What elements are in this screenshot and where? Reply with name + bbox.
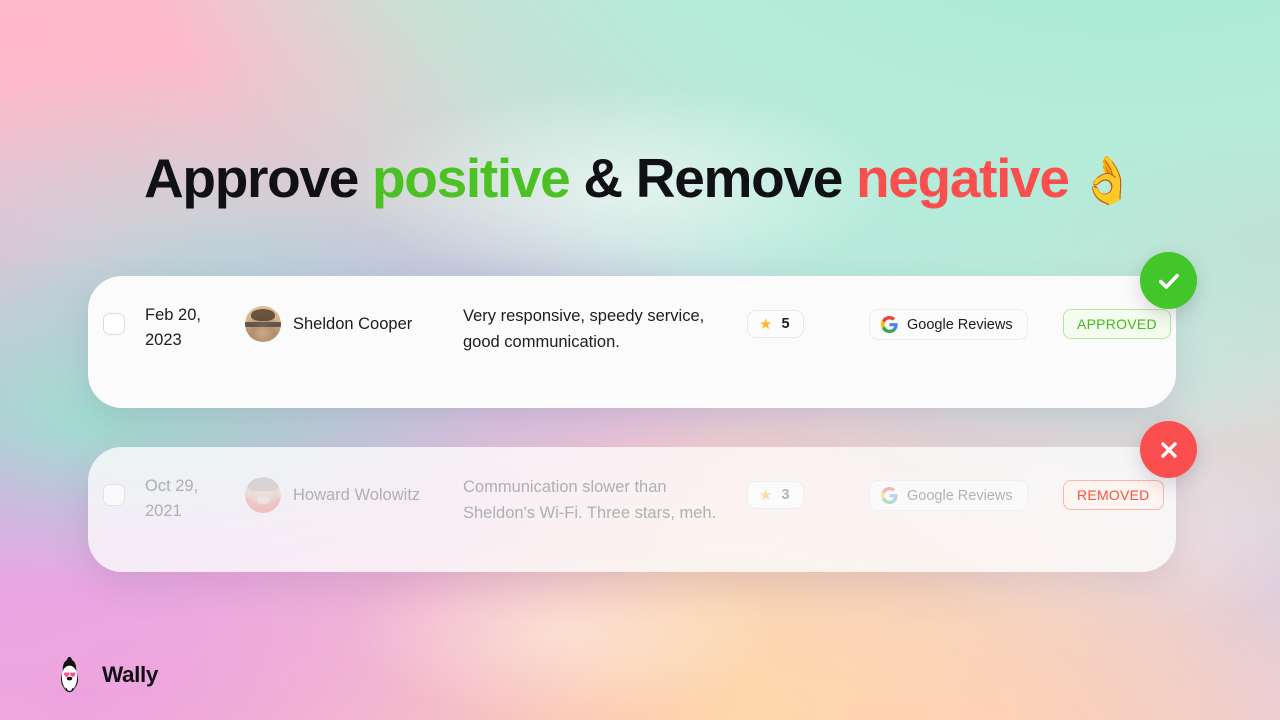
review-card-approved[interactable]: Feb 20, 2023 Sheldon Cooper Very respons…: [88, 276, 1176, 408]
table-row: Feb 20, 2023 Sheldon Cooper Very respons…: [88, 276, 1176, 408]
review-author-name: Howard Wolowitz: [293, 485, 421, 504]
review-author-name: Sheldon Cooper: [293, 314, 413, 333]
avatar: [245, 477, 281, 513]
review-date: Feb 20, 2023: [145, 306, 201, 349]
review-author-cell: Sheldon Cooper: [245, 306, 412, 342]
headline-positive-word: positive: [371, 147, 571, 209]
review-text-cell: Very responsive, speedy service, good co…: [463, 303, 725, 355]
penguin-logo-icon: [60, 656, 79, 693]
review-status-cell: REMOVED: [1063, 480, 1164, 510]
source-label: Google Reviews: [907, 487, 1013, 504]
review-status-cell: APPROVED: [1063, 309, 1171, 339]
review-date-cell: Feb 20, 2023: [145, 303, 237, 353]
rating-value: 3: [781, 487, 790, 503]
page-title: Approve positive & Remove negative 👌: [0, 147, 1280, 210]
review-date: Oct 29, 2021: [145, 477, 199, 520]
rating-value: 5: [781, 316, 790, 332]
review-rating-cell: ★ 5: [747, 310, 804, 338]
headline-negative-word: negative: [855, 147, 1070, 209]
review-author-cell: Howard Wolowitz: [245, 477, 420, 513]
brand-name: Wally: [102, 661, 158, 687]
review-card-removed[interactable]: Oct 29, 2021 Howard Wolowitz Communicati…: [88, 447, 1176, 572]
source-label: Google Reviews: [907, 316, 1013, 333]
review-text-cell: Communication slower than Sheldon's Wi-F…: [463, 474, 725, 526]
status-badge: APPROVED: [1063, 309, 1171, 339]
promo-banner: Approve positive & Remove negative 👌 Feb …: [0, 0, 1280, 720]
table-row: Oct 29, 2021 Howard Wolowitz Communicati…: [88, 447, 1176, 572]
status-badge: REMOVED: [1063, 480, 1164, 510]
review-text: Very responsive, speedy service, good co…: [463, 307, 705, 351]
review-text: Communication slower than Sheldon's Wi-F…: [463, 478, 717, 522]
brand-logo: Wally: [50, 655, 158, 694]
close-icon: [1160, 441, 1177, 458]
review-rating-cell: ★ 3: [747, 481, 804, 509]
avatar: [245, 306, 281, 342]
headline-segment-approve: Approve: [144, 147, 372, 209]
source-badge: Google Reviews: [869, 309, 1028, 340]
review-source-cell: Google Reviews: [869, 309, 1028, 340]
review-checkbox[interactable]: [103, 313, 125, 335]
review-checkbox[interactable]: [103, 484, 125, 506]
review-select-cell: [103, 313, 125, 335]
remove-badge[interactable]: [1140, 421, 1197, 478]
source-badge: Google Reviews: [869, 480, 1028, 511]
approve-badge[interactable]: [1140, 252, 1197, 309]
google-icon: [881, 487, 898, 504]
rating-badge: ★ 5: [747, 310, 804, 338]
star-icon: ★: [759, 486, 773, 504]
headline-segment-remove: & Remove: [569, 147, 856, 209]
review-source-cell: Google Reviews: [869, 480, 1028, 511]
review-date-cell: Oct 29, 2021: [145, 474, 237, 524]
rating-badge: ★ 3: [747, 481, 804, 509]
star-icon: ★: [759, 315, 773, 333]
ok-hand-emoji: 👌: [1078, 154, 1136, 206]
check-icon: [1158, 273, 1179, 289]
google-icon: [881, 316, 898, 333]
review-select-cell: [103, 484, 125, 506]
